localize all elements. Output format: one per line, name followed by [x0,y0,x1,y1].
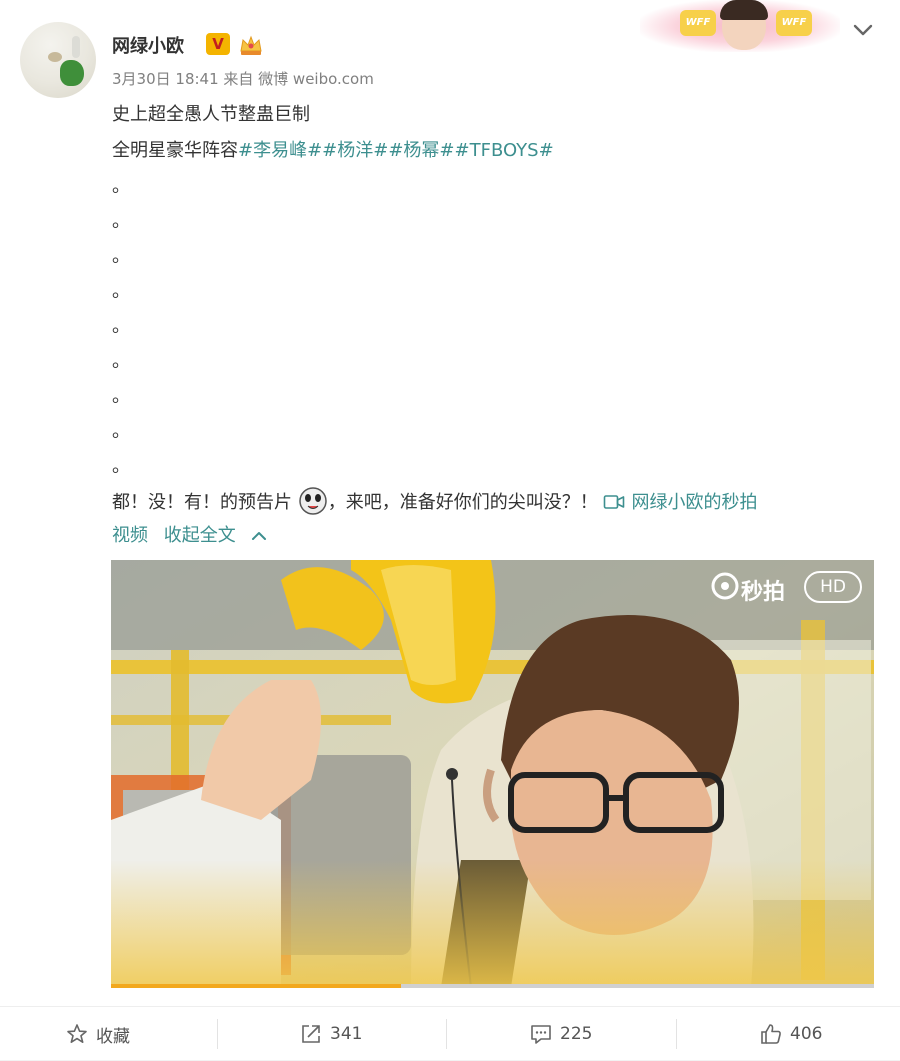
post-text-line: 史上超全愚人节整蛊巨制 [112,104,310,125]
topic-link[interactable]: #李易峰# [238,140,322,161]
video-progress-bar[interactable] [111,984,874,988]
post-meta: 3月30日 18:41 来自 微博 weibo.com [112,70,374,88]
topic-link[interactable]: #杨洋# [322,140,388,161]
star-icon [67,1024,87,1043]
dot-line: 。 [112,246,130,267]
repost-button[interactable]: 341 [300,1007,362,1061]
topic-link[interactable]: #杨幂# [388,140,454,161]
comment-button[interactable]: 225 [530,1007,592,1061]
video-brand-label: 秒拍 [741,580,786,605]
hd-badge[interactable]: HD [805,572,861,602]
divider [676,1019,677,1049]
collapse-button[interactable]: 收起全文 [164,525,268,546]
weibo-post-card: 网绿小欧 V WFF WFF 3月30日 18:41 来自 微博 weibo.c… [0,0,900,1060]
comment-icon [531,1025,551,1044]
repost-icon [302,1025,320,1043]
video-camera-icon [604,495,625,509]
crown-icon[interactable] [238,33,264,57]
emoji-icon [298,487,327,515]
decoration-card: WFF WFF [640,0,840,52]
dot-line: 。 [112,316,130,337]
topic-link[interactable]: #TFBOYS# [455,140,554,161]
favorite-button[interactable]: 收藏 [66,1007,130,1061]
verified-badge-icon[interactable]: V [206,33,230,55]
like-button[interactable]: 406 [760,1007,822,1061]
post-text-line: 全明星豪华阵容#李易峰##杨洋##杨幂##TFBOYS# [112,140,554,161]
post-text-line: 都！没！有！的预告片 ，来吧，准备好你们的尖叫没？！ 网绿小欧的秒拍 [112,486,757,516]
chevron-up-icon [252,532,267,540]
video-frame [111,560,874,987]
video-link[interactable]: 网绿小欧的秒拍 [603,492,757,513]
chevron-down-icon[interactable] [852,22,874,38]
thumbs-up-icon [761,1024,781,1044]
dot-line: 。 [112,281,130,302]
divider [446,1019,447,1049]
dot-line: 。 [112,421,130,442]
dot-line: 。 [112,351,130,372]
dot-line: 。 [112,211,130,232]
dot-line: 。 [112,176,130,197]
decor-tag: WFF [776,10,812,36]
dot-line: 。 [112,386,130,407]
decor-tag: WFF [680,10,716,36]
post-text-line: 视频 收起全文 [112,521,267,547]
video-link-continued[interactable]: 视频 [112,525,148,546]
username[interactable]: 网绿小欧 [112,32,184,58]
divider [217,1019,218,1049]
video-player[interactable]: 秒拍 HD [111,560,874,987]
dot-line: 。 [112,456,130,477]
avatar[interactable] [20,22,96,98]
video-progress-fill [111,984,401,988]
action-bar: 收藏 341 225 406 [0,1006,900,1060]
